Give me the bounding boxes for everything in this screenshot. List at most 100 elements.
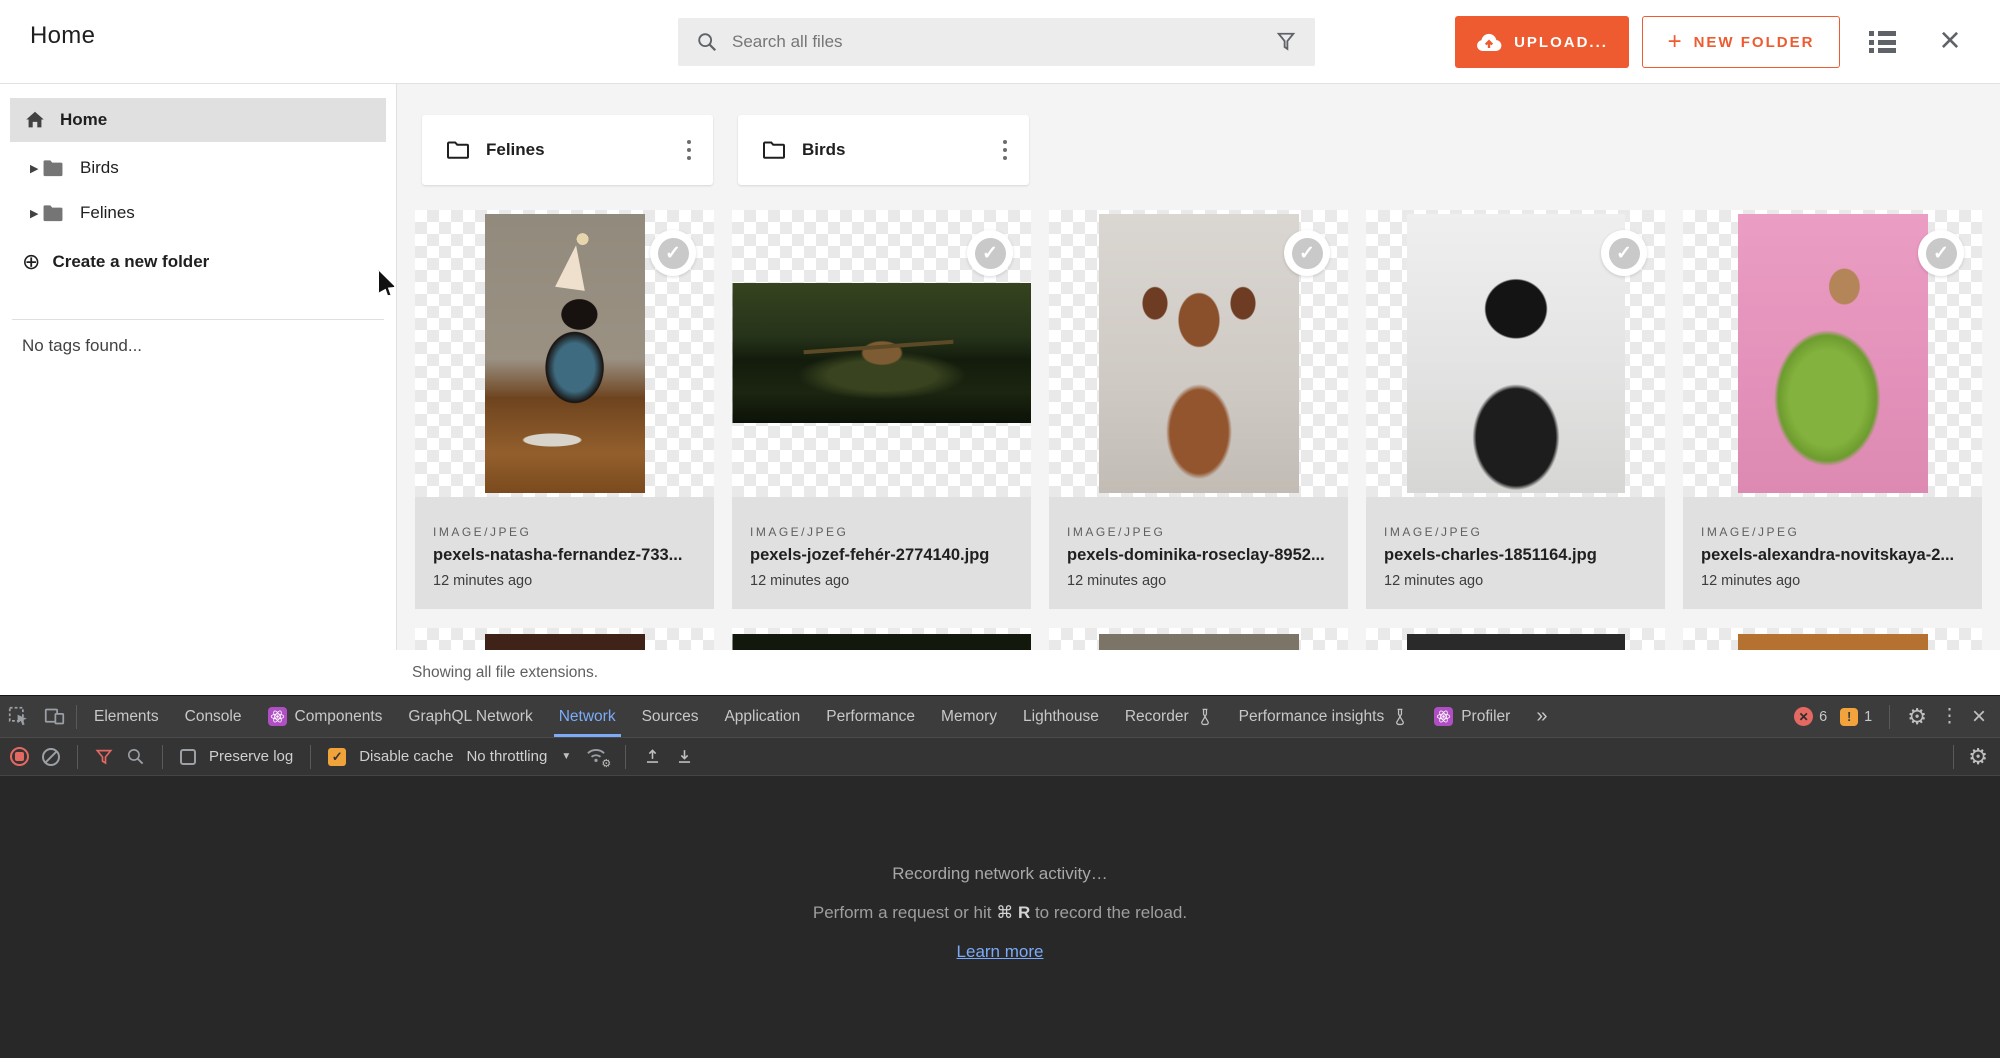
tab-lighthouse[interactable]: Lighthouse: [1010, 696, 1112, 737]
file-card[interactable]: [1683, 628, 1982, 652]
chevron-right-icon[interactable]: ▶: [30, 207, 42, 220]
react-icon: [268, 707, 287, 726]
tab-components[interactable]: Components: [255, 696, 396, 737]
import-har-icon[interactable]: [643, 747, 662, 766]
r-key-glyph: R: [1018, 903, 1030, 922]
folder-card-felines[interactable]: Felines: [422, 115, 713, 185]
tab-label: Components: [295, 708, 383, 726]
file-thumbnail: [732, 283, 1031, 423]
react-icon: [1434, 707, 1453, 726]
toolbar-divider: [1889, 705, 1890, 729]
tab-recorder[interactable]: Recorder: [1112, 696, 1226, 737]
network-conditions-icon[interactable]: ⚙: [584, 746, 608, 768]
folder-card-label: Felines: [486, 140, 667, 160]
sidebar-item-home[interactable]: Home: [10, 98, 386, 142]
file-type-label: IMAGE/JPEG: [750, 525, 1013, 539]
search-icon[interactable]: [126, 747, 145, 766]
devtools-tabbar-right: ✕ 6 ! 1 ⚙ ⋮ ×: [1794, 696, 2000, 737]
learn-more-link[interactable]: Learn more: [957, 942, 1044, 962]
select-checkmark-icon[interactable]: ✓: [650, 230, 696, 276]
select-checkmark-icon[interactable]: ✓: [967, 230, 1013, 276]
file-type-label: IMAGE/JPEG: [1701, 525, 1964, 539]
select-checkmark-icon[interactable]: ✓: [1284, 230, 1330, 276]
tab-label: Network: [559, 708, 616, 726]
chevron-double-icon: »: [1536, 705, 1547, 728]
throttling-select[interactable]: No throttling ▼: [466, 748, 571, 765]
tab-memory[interactable]: Memory: [928, 696, 1010, 737]
tab-elements[interactable]: Elements: [81, 696, 172, 737]
kebab-menu-icon[interactable]: ⋮: [1940, 707, 1959, 726]
upload-button-label: UPLOAD...: [1514, 34, 1608, 51]
file-card[interactable]: ✓ IMAGE/JPEG pexels-charles-1851164.jpg …: [1366, 210, 1665, 609]
error-badge-icon[interactable]: ✕: [1794, 707, 1813, 726]
search-input[interactable]: Search all files: [678, 18, 1315, 66]
file-card[interactable]: ✓ IMAGE/JPEG pexels-alexandra-novitskaya…: [1683, 210, 1982, 609]
close-icon[interactable]: ×: [1930, 16, 1970, 64]
folder-card-label: Birds: [802, 140, 983, 160]
select-checkmark-icon[interactable]: ✓: [1601, 230, 1647, 276]
tab-graphql-network[interactable]: GraphQL Network: [395, 696, 545, 737]
tab-label: Console: [185, 708, 242, 726]
device-toolbar-icon[interactable]: [36, 696, 72, 737]
select-checkmark-icon[interactable]: ✓: [1918, 230, 1964, 276]
warning-count: 1: [1864, 709, 1872, 725]
network-settings-gear-icon[interactable]: ⚙: [1968, 746, 1988, 768]
home-icon: [24, 109, 46, 131]
file-type-label: IMAGE/JPEG: [433, 525, 696, 539]
upload-button[interactable]: UPLOAD...: [1455, 16, 1629, 68]
tab-performance-insights[interactable]: Performance insights: [1226, 696, 1422, 737]
tab-performance[interactable]: Performance: [813, 696, 928, 737]
no-tags-text: No tags found...: [22, 336, 142, 356]
disable-cache-checkbox[interactable]: ✓: [328, 748, 346, 766]
file-name: pexels-dominika-roseclay-8952...: [1067, 546, 1330, 565]
tab-sources[interactable]: Sources: [629, 696, 712, 737]
filter-icon[interactable]: [95, 748, 113, 766]
export-har-icon[interactable]: [675, 747, 694, 766]
list-view-toggle-icon[interactable]: [1869, 31, 1896, 53]
tab-network[interactable]: Network: [546, 696, 629, 737]
disable-cache-label[interactable]: Disable cache: [359, 748, 453, 765]
preserve-log-label[interactable]: Preserve log: [209, 748, 293, 765]
kebab-menu-icon[interactable]: [999, 136, 1011, 164]
page-title: Home: [30, 22, 95, 50]
tab-label: Performance: [826, 708, 915, 726]
preserve-log-checkbox[interactable]: [180, 749, 196, 765]
sidebar-felines-label: Felines: [80, 203, 135, 223]
record-network-icon[interactable]: [10, 747, 29, 766]
kebab-menu-icon[interactable]: [683, 136, 695, 164]
gear-icon: ⚙: [601, 757, 611, 770]
create-new-folder-label: Create a new folder: [52, 252, 209, 272]
flask-icon: [1392, 708, 1408, 726]
file-timestamp: 12 minutes ago: [1701, 573, 1964, 589]
cloud-upload-icon: [1476, 32, 1502, 52]
create-new-folder-button[interactable]: ⊕ Create a new folder: [22, 244, 209, 280]
inspect-element-icon[interactable]: [0, 696, 36, 737]
tab-application[interactable]: Application: [711, 696, 813, 737]
network-panel-body: Recording network activity… Perform a re…: [0, 776, 2000, 1058]
file-name: pexels-charles-1851164.jpg: [1384, 546, 1647, 565]
file-card[interactable]: ✓ IMAGE/JPEG pexels-jozef-fehér-2774140.…: [732, 210, 1031, 609]
tab-console[interactable]: Console: [172, 696, 255, 737]
clear-network-icon[interactable]: [42, 748, 60, 766]
settings-gear-icon[interactable]: ⚙: [1907, 706, 1927, 728]
file-card[interactable]: [415, 628, 714, 652]
file-card[interactable]: ✓ IMAGE/JPEG pexels-dominika-roseclay-89…: [1049, 210, 1348, 609]
sidebar-item-birds[interactable]: ▶ Birds: [0, 150, 396, 186]
warning-badge-icon[interactable]: !: [1840, 708, 1858, 726]
filter-icon[interactable]: [1275, 31, 1297, 53]
chevron-right-icon[interactable]: ▶: [30, 162, 42, 175]
file-card[interactable]: [1366, 628, 1665, 652]
file-card[interactable]: [1049, 628, 1348, 652]
more-tabs-icon[interactable]: »: [1523, 696, 1560, 737]
sidebar-home-label: Home: [60, 110, 107, 130]
close-devtools-icon[interactable]: ×: [1972, 705, 1986, 729]
file-card[interactable]: [732, 628, 1031, 652]
toolbar-divider: [625, 745, 626, 769]
folder-card-birds[interactable]: Birds: [738, 115, 1029, 185]
new-folder-button[interactable]: + NEW FOLDER: [1642, 16, 1840, 68]
network-toolbar-right: ⚙: [1949, 745, 2000, 769]
sidebar-item-felines[interactable]: ▶ Felines: [0, 195, 396, 231]
status-bar: Showing all file extensions.: [0, 650, 2000, 695]
file-card[interactable]: ✓ IMAGE/JPEG pexels-natasha-fernandez-73…: [415, 210, 714, 609]
tab-profiler[interactable]: Profiler: [1421, 696, 1523, 737]
